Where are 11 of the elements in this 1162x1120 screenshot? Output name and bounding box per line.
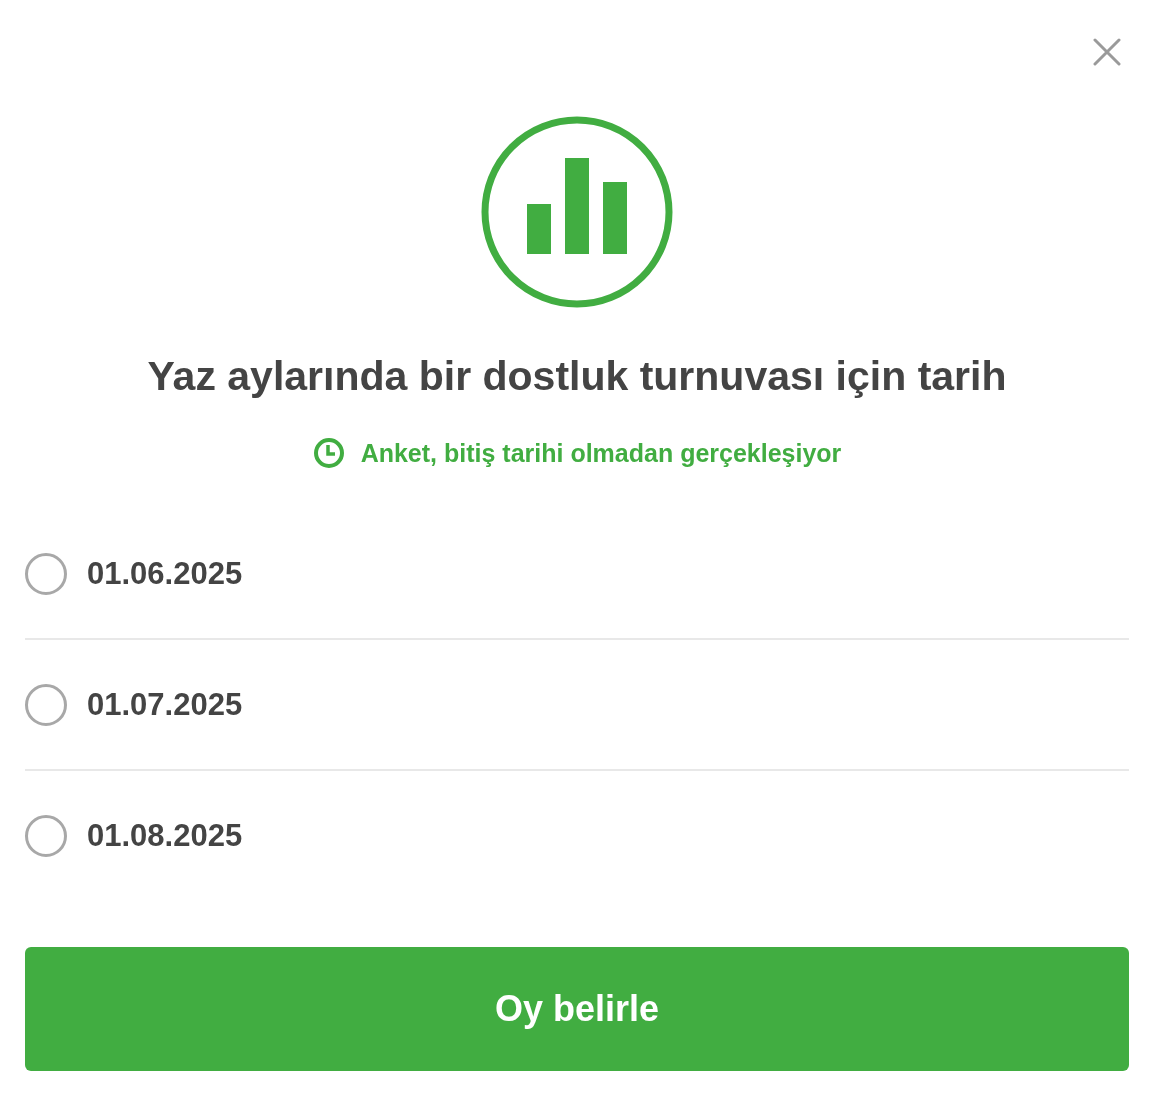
poll-title: Yaz aylarında bir dostluk turnuvası için tarih [147,352,1007,401]
bar-chart-icon [481,116,673,308]
close-icon[interactable] [1093,38,1121,66]
deadline-text: Anket, bitiş tarihi olmadan gerçekleşiyor [360,438,842,468]
radio-button[interactable] [25,814,67,857]
option-label[interactable]: 01.08.2025 [87,817,243,854]
radio-button[interactable] [25,552,67,595]
option-label[interactable]: 01.06.2025 [87,555,243,592]
option-label[interactable]: 01.07.2025 [87,686,243,723]
radio-button[interactable] [25,683,67,726]
clock-icon [312,437,345,469]
